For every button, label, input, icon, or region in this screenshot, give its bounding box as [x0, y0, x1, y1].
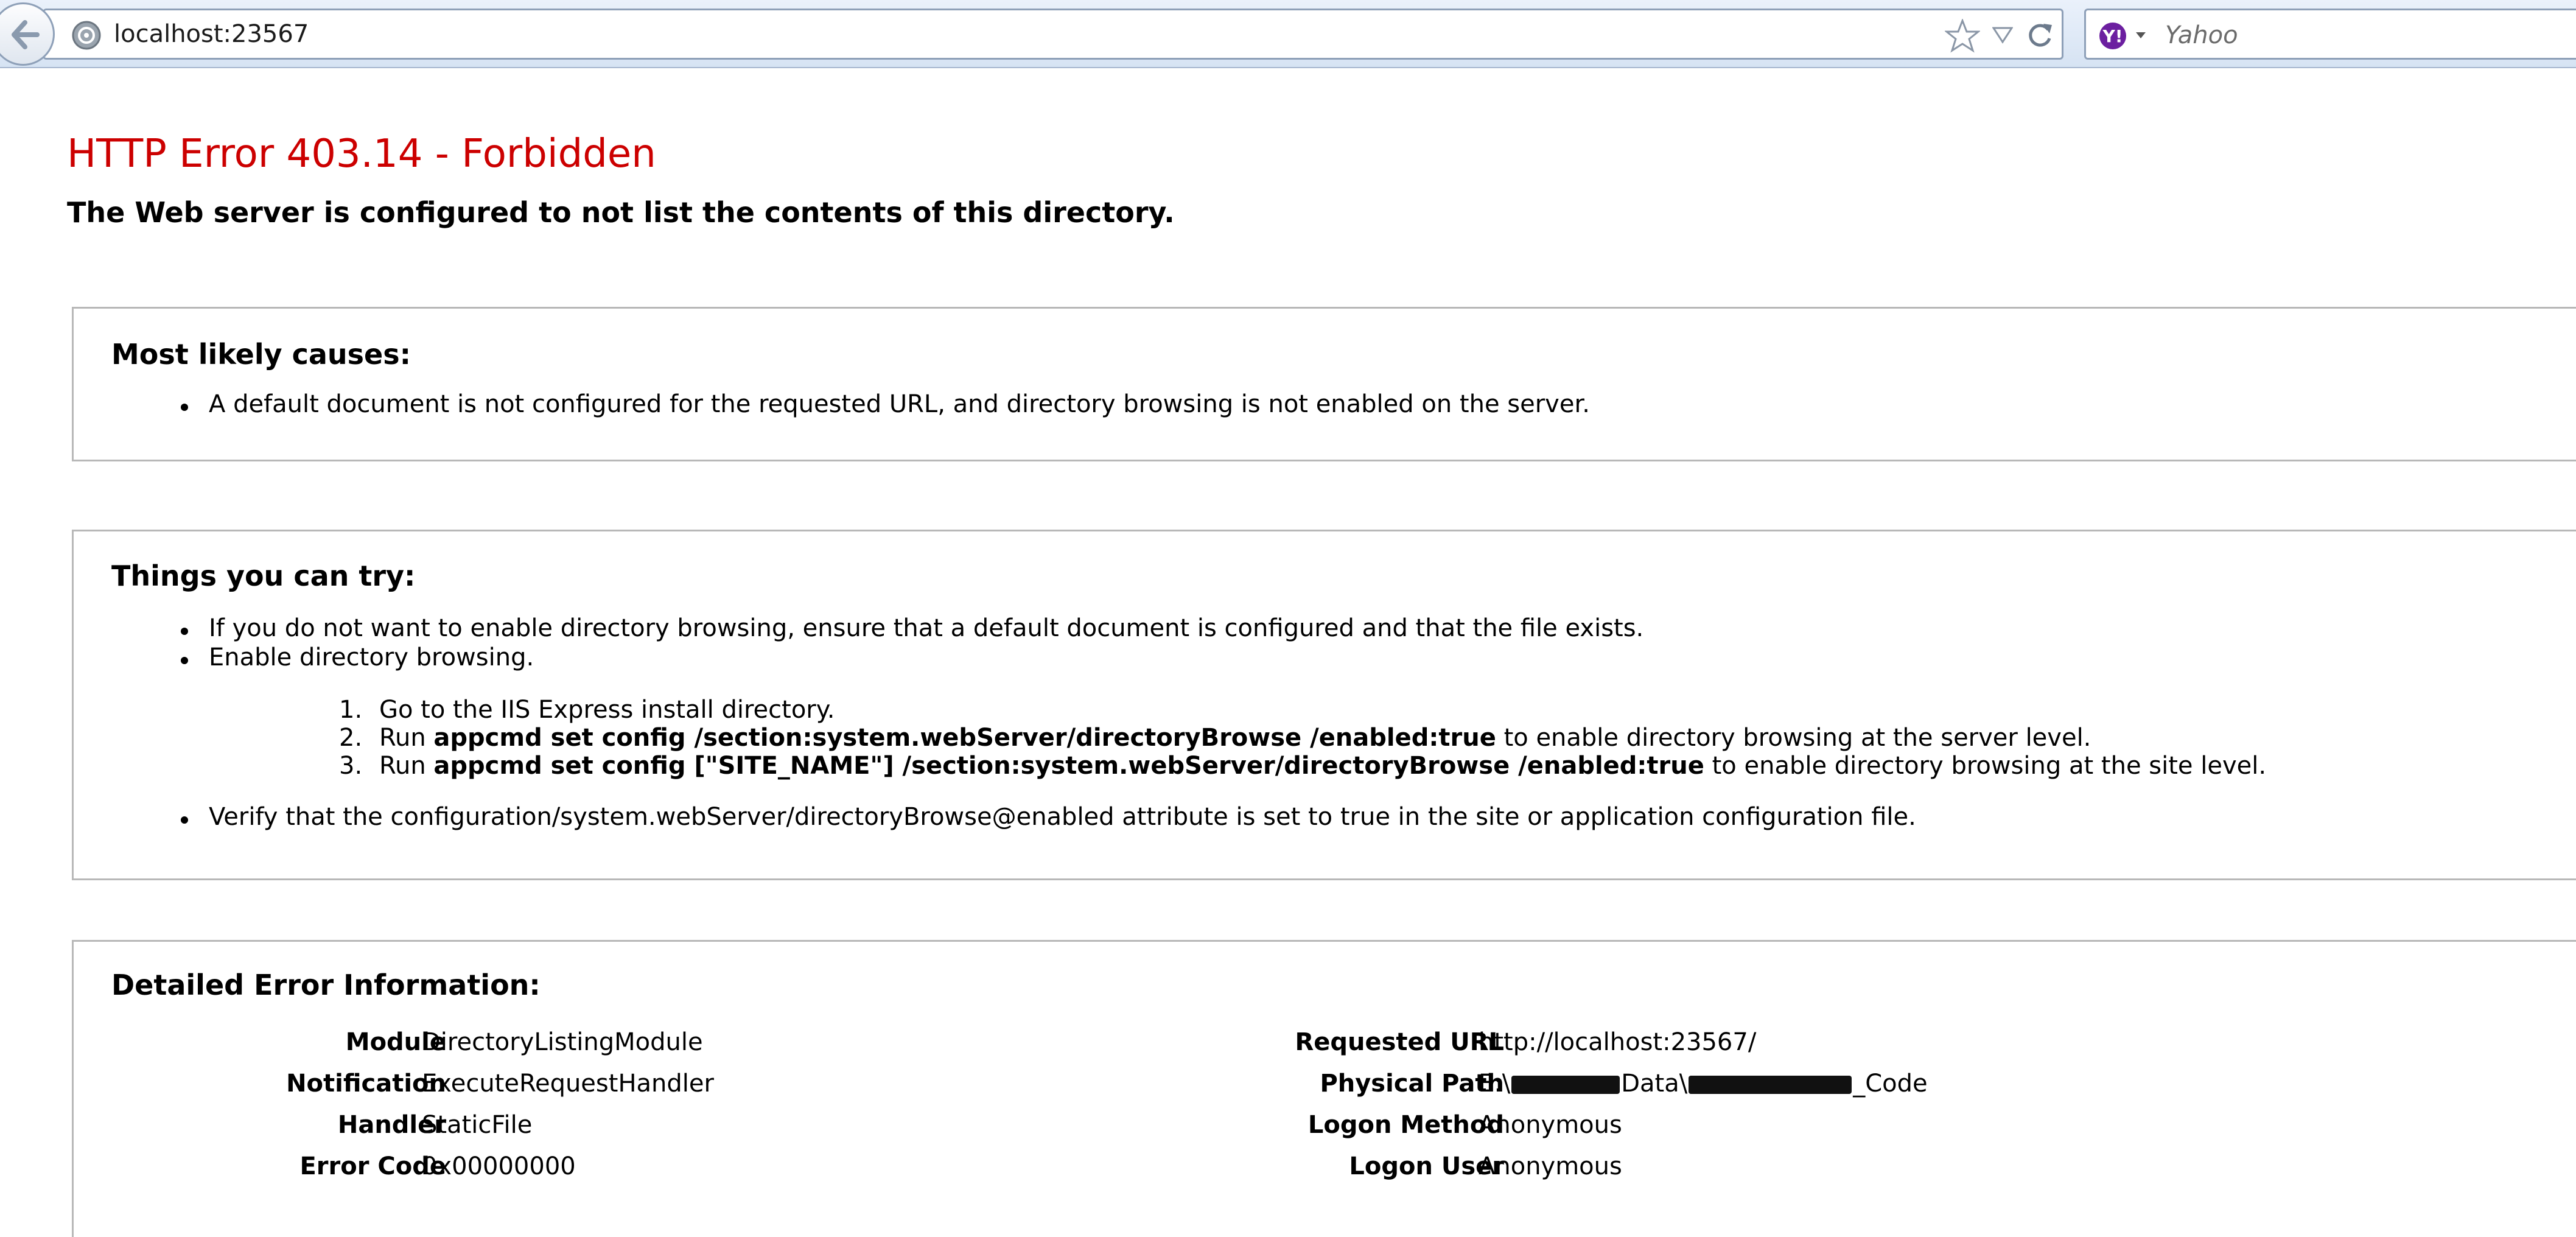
- cause-item: A default document is not configured for…: [181, 390, 1590, 418]
- detail-value-logon-method: Anonymous: [1479, 1111, 1622, 1139]
- detail-value-module: DirectoryListingModule: [422, 1028, 703, 1056]
- step-number: 3.: [339, 752, 363, 780]
- svg-text:Y!: Y!: [2102, 26, 2123, 46]
- redaction-mark: [1511, 1076, 1620, 1094]
- error-title: HTTP Error 403.14 - Forbidden: [67, 131, 656, 177]
- step-item: 2. Run appcmd set config /section:system…: [339, 724, 2091, 752]
- physical-path-suffix: _Code: [1853, 1070, 1928, 1098]
- detail-value-error-code: 0x00000000: [422, 1152, 576, 1180]
- details-heading: Detailed Error Information:: [111, 969, 541, 1001]
- detail-value-physical-path: E:\ Data\ _Code: [1479, 1070, 1928, 1098]
- browser-toolbar: localhost:23567 Y! Yahoo: [0, 0, 2576, 68]
- physical-path-mid: Data\: [1621, 1070, 1688, 1098]
- try-heading: Things you can try:: [111, 559, 416, 592]
- site-identity-icon[interactable]: [71, 20, 102, 53]
- step-text: to enable directory browsing at the site…: [1704, 752, 2267, 780]
- step-item: 1. Go to the IIS Express install directo…: [339, 696, 835, 724]
- step-text: Run: [379, 724, 434, 752]
- detail-label-logon-method: Logon Method: [1307, 1111, 1504, 1139]
- try-panel: Things you can try: If you do not want t…: [72, 530, 2576, 880]
- detail-value-requested-url: http://localhost:23567/: [1479, 1028, 1757, 1056]
- details-panel: Detailed Error Information: Module Direc…: [72, 940, 2576, 1237]
- causes-heading: Most likely causes:: [111, 338, 411, 371]
- causes-panel: Most likely causes: A default document i…: [72, 307, 2576, 461]
- url-text[interactable]: localhost:23567: [114, 20, 309, 48]
- step-command: appcmd set config /section:system.webSer…: [433, 724, 1496, 752]
- step-number: 1.: [339, 696, 363, 724]
- step-number: 2.: [339, 724, 363, 752]
- step-text: to enable directory browsing at the serv…: [1496, 724, 2091, 752]
- address-bar[interactable]: localhost:23567: [43, 9, 2063, 60]
- step-text: Go to the IIS Express install directory.: [379, 696, 835, 724]
- detail-value-logon-user: Anonymous: [1479, 1152, 1622, 1180]
- yahoo-logo-icon[interactable]: Y!: [2098, 19, 2159, 55]
- detail-label-requested-url: Requested URL: [1295, 1028, 1504, 1056]
- error-subtitle: The Web server is configured to not list…: [67, 196, 1175, 229]
- try-item-verify-config: Verify that the configuration/system.web…: [181, 803, 1916, 831]
- bookmark-star-icon[interactable]: [1944, 18, 1981, 55]
- step-text: Run: [379, 752, 434, 780]
- detail-value-handler: StaticFile: [422, 1111, 533, 1139]
- detail-value-notification: ExecuteRequestHandler: [422, 1070, 714, 1098]
- back-arrow-icon: [12, 20, 40, 49]
- page-content: HTTP Error 403.14 - Forbidden The Web se…: [0, 68, 2576, 1237]
- step-item: 3. Run appcmd set config ["SITE_NAME"] /…: [339, 752, 2267, 780]
- physical-path-drive: E:\: [1479, 1070, 1511, 1098]
- redaction-mark: [1689, 1076, 1852, 1094]
- reload-icon[interactable]: [2025, 20, 2054, 53]
- detail-label-physical-path: Physical Path: [1320, 1070, 1504, 1098]
- try-item-enable-browsing: Enable directory browsing.: [180, 643, 534, 671]
- history-dropdown-icon[interactable]: [1992, 26, 2014, 47]
- try-item-default-document: If you do not want to enable directory b…: [180, 614, 1644, 642]
- search-bar[interactable]: Y! Yahoo: [2084, 9, 2576, 60]
- search-placeholder[interactable]: Yahoo: [2165, 21, 2238, 49]
- step-command: appcmd set config ["SITE_NAME"] /section…: [433, 752, 1704, 780]
